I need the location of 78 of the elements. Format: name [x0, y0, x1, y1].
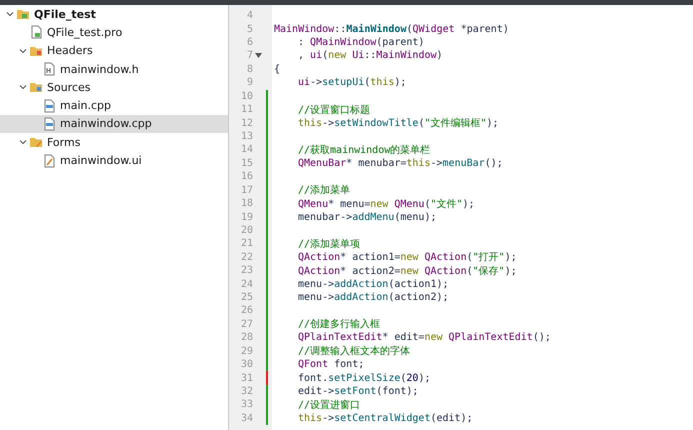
tree-item[interactable]: mainwindow.cpp: [0, 114, 228, 134]
code-line: {: [274, 64, 280, 75]
line-number: 22: [240, 252, 253, 263]
code-line: , ui(new Ui::MainWindow): [298, 50, 443, 62]
line-number: 12: [240, 118, 253, 129]
line-number: 16: [240, 171, 253, 182]
code-line: menu->addAction(action2);: [298, 292, 449, 304]
tree-item[interactable]: Forms: [0, 133, 228, 152]
fold-arrow-icon[interactable]: [254, 53, 262, 58]
line-number: 31: [240, 372, 253, 384]
line-number: 23: [240, 265, 253, 276]
line-number: 30: [240, 359, 253, 370]
file-icon: [42, 116, 56, 131]
line-number: 21: [240, 238, 253, 250]
line-number: 29: [240, 346, 253, 357]
code-line: //获取mainwindow的菜单栏: [298, 144, 430, 157]
tree-item[interactable]: mainwindow.h: [0, 60, 228, 78]
tree-item[interactable]: Headers: [0, 42, 228, 60]
code-line: edit->setFont(font);: [298, 386, 418, 398]
line-number: 34: [240, 412, 253, 424]
line-number: 11: [240, 104, 253, 116]
chevron-down-icon[interactable]: [19, 138, 27, 146]
code-line: //添加菜单: [298, 184, 350, 198]
tree-item[interactable]: QFile_test: [0, 5, 228, 24]
chevron-down-icon[interactable]: [6, 10, 14, 18]
line-number: 4: [246, 10, 253, 22]
code-line: //添加菜单项: [298, 238, 360, 251]
line-number: 26: [240, 305, 253, 316]
line-number: 10: [240, 90, 253, 102]
line-number: 13: [240, 131, 253, 142]
file-icon: [42, 62, 56, 76]
code-line: //设置窗口标题: [298, 104, 370, 117]
file-icon: [42, 98, 56, 113]
folder-icon: [29, 80, 43, 94]
folder-icon: [16, 7, 30, 22]
folder-icon: [29, 135, 43, 150]
file-icon: [29, 25, 43, 40]
line-number: 33: [240, 399, 253, 410]
line-number: 6: [246, 37, 253, 48]
code-line: QPlainTextEdit* edit=new QPlainTextEdit();: [298, 332, 551, 344]
chevron-down-icon[interactable]: [19, 83, 27, 92]
line-number: 32: [240, 386, 253, 398]
chevron-down-icon[interactable]: [19, 46, 27, 55]
tree-item[interactable]: main.cpp: [0, 96, 228, 115]
tree-item[interactable]: mainwindow.ui: [0, 151, 228, 170]
line-number: 19: [240, 212, 253, 223]
line-number: 20: [240, 224, 253, 236]
tree-item[interactable]: Sources: [0, 78, 228, 96]
line-number: 7: [246, 50, 253, 62]
code-line: QAction* action1=new QAction("打开");: [298, 250, 517, 264]
code-line: //创建多行输入框: [298, 318, 380, 332]
code-line: //调整输入框文本的字体: [298, 344, 410, 358]
line-number: 28: [240, 332, 253, 344]
file-icon: [42, 154, 56, 168]
code-line: menubar->addMenu(menu);: [298, 212, 436, 223]
tree-item[interactable]: QFile_test.pro: [0, 23, 228, 42]
code-line: this->setCentralWidget(edit);: [298, 412, 473, 424]
line-number: 17: [240, 184, 253, 196]
code-line: //设置进窗口: [298, 398, 360, 412]
line-number: 18: [240, 198, 253, 210]
line-number: 25: [240, 292, 253, 304]
code-line: QMenu* menu=new QMenu("文件");: [298, 198, 475, 211]
code-line: ui->setupUi(this);: [298, 77, 406, 88]
code-line: QFont font;: [298, 359, 364, 370]
code-line: menu->addAction(action1);: [298, 278, 449, 290]
code-line: this->setWindowTitle("文件编辑框");: [298, 116, 499, 130]
code-line: : QMainWindow(parent): [298, 37, 424, 48]
line-number: 15: [240, 158, 253, 169]
line-number: 27: [240, 318, 253, 330]
line-number: 24: [240, 278, 253, 290]
line-number: 9: [246, 77, 253, 88]
code-line: font.setPixelSize(20);: [298, 372, 430, 384]
line-number: 5: [246, 24, 253, 35]
line-number: 14: [240, 144, 253, 156]
code-line: MainWindow::MainWindow(QWidget *parent): [274, 24, 509, 35]
code-line: QMenuBar* menubar=this->menuBar();: [298, 158, 503, 169]
code-line: QAction* action2=new QAction("保存");: [298, 264, 517, 278]
line-number: 8: [246, 64, 253, 75]
